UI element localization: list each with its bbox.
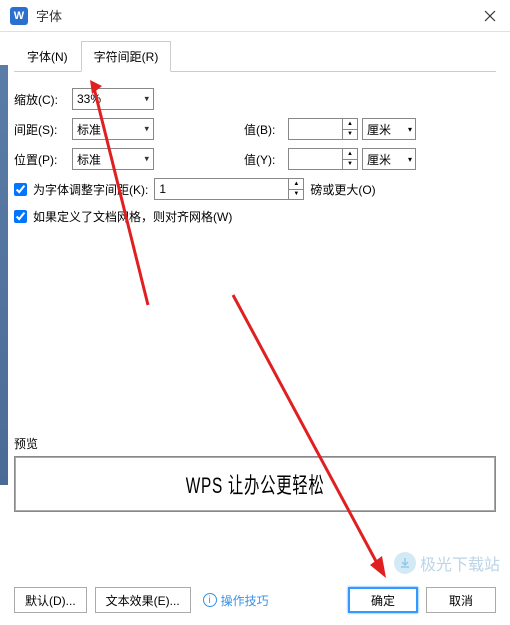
watermark: 极光下载站 <box>394 551 500 575</box>
default-button[interactable]: 默认(D)... <box>14 587 87 613</box>
kerning-value-input[interactable]: 1 ▲▼ <box>154 178 304 200</box>
position-label: 位置(P): <box>14 151 72 168</box>
app-icon: W <box>10 7 28 25</box>
position-val-input[interactable]: ▲▼ <box>288 148 358 170</box>
close-icon <box>484 10 496 22</box>
spacing-label: 间距(S): <box>14 121 72 138</box>
text-effect-button[interactable]: 文本效果(E)... <box>95 587 191 613</box>
scale-value: 33% <box>77 92 101 106</box>
scale-label: 缩放(C): <box>14 91 72 108</box>
spinner-down[interactable]: ▼ <box>343 160 357 170</box>
position-combo[interactable]: 标准 ▾ <box>72 148 154 170</box>
preview-box: WPS 让办公更轻松 <box>14 456 496 512</box>
hint-text: 操作技巧 <box>221 592 269 609</box>
dialog-title: 字体 <box>36 6 62 25</box>
download-icon <box>394 552 416 574</box>
kerning-label: 为字体调整字间距(K): <box>33 181 148 198</box>
chevron-down-icon: ▾ <box>408 155 412 164</box>
close-button[interactable] <box>480 6 500 26</box>
spinner-up[interactable]: ▲ <box>289 179 303 190</box>
preview-label: 预览 <box>14 435 496 452</box>
spacing-value: 标准 <box>77 121 101 138</box>
scale-combo[interactable]: 33% ▾ <box>72 88 154 110</box>
spacing-unit-select[interactable]: 厘米 ▾ <box>362 118 416 140</box>
spinner-down[interactable]: ▼ <box>343 130 357 140</box>
spacing-val-label: 值(B): <box>244 121 288 138</box>
kerning-value: 1 <box>155 182 288 196</box>
position-val-label: 值(Y): <box>244 151 288 168</box>
kerning-suffix: 磅或更大(O) <box>310 181 375 198</box>
chevron-down-icon: ▾ <box>144 124 149 135</box>
spacing-val-input[interactable]: ▲▼ <box>288 118 358 140</box>
snap-grid-label: 如果定义了文档网格，则对齐网格(W) <box>33 208 232 225</box>
ok-button[interactable]: 确定 <box>348 587 418 613</box>
spacing-combo[interactable]: 标准 ▾ <box>72 118 154 140</box>
snap-grid-checkbox[interactable] <box>14 210 27 223</box>
kerning-checkbox[interactable] <box>14 183 27 196</box>
tab-char-spacing[interactable]: 字符间距(R) <box>81 41 172 72</box>
cancel-button[interactable]: 取消 <box>426 587 496 613</box>
spinner-up[interactable]: ▲ <box>343 119 357 130</box>
chevron-down-icon: ▾ <box>144 154 149 165</box>
tab-font[interactable]: 字体(N) <box>14 41 81 72</box>
preview-text: WPS 让办公更轻松 <box>186 468 325 500</box>
chevron-down-icon: ▾ <box>408 125 412 134</box>
spinner-down[interactable]: ▼ <box>289 190 303 200</box>
hint-link[interactable]: i 操作技巧 <box>203 592 269 609</box>
chevron-down-icon: ▾ <box>144 94 149 105</box>
info-icon: i <box>203 593 217 607</box>
spacing-unit: 厘米 <box>367 121 391 138</box>
position-unit: 厘米 <box>367 151 391 168</box>
position-value: 标准 <box>77 151 101 168</box>
spinner-up[interactable]: ▲ <box>343 149 357 160</box>
position-unit-select[interactable]: 厘米 ▾ <box>362 148 416 170</box>
